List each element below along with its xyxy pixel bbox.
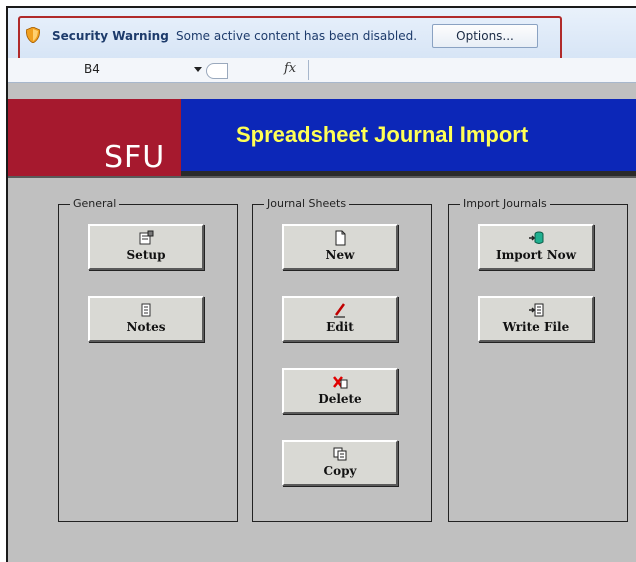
setup-icon <box>90 230 202 246</box>
name-box[interactable]: B4 <box>60 60 214 78</box>
warning-highlight-box <box>18 16 562 62</box>
write-file-button-label: Write File <box>502 320 570 334</box>
insert-function-icon[interactable]: fx <box>284 61 296 76</box>
edit-pencil-icon <box>284 302 396 318</box>
general-group-label: General <box>70 197 120 210</box>
notes-icon <box>90 302 202 318</box>
copy-icon <box>284 446 396 462</box>
sfu-logo-text: SFU <box>104 140 166 175</box>
new-button-label: New <box>325 248 355 262</box>
delete-button[interactable]: Delete <box>282 368 398 414</box>
notes-button-label: Notes <box>126 320 166 334</box>
edit-button[interactable]: Edit <box>282 296 398 342</box>
copy-button-label: Copy <box>323 464 357 478</box>
formula-bar-divider <box>308 60 309 80</box>
write-file-icon <box>480 302 592 318</box>
page-title: Spreadsheet Journal Import <box>236 122 529 147</box>
import-database-icon <box>480 230 592 246</box>
header-divider <box>8 176 636 178</box>
delete-button-label: Delete <box>318 392 362 406</box>
name-box-dropdown-icon[interactable] <box>194 67 202 72</box>
journal-sheets-group-label: Journal Sheets <box>264 197 350 210</box>
delete-x-icon <box>284 374 396 390</box>
formula-bar-expand-handle[interactable] <box>206 63 228 79</box>
new-document-icon <box>284 230 396 246</box>
import-now-button[interactable]: Import Now <box>478 224 594 270</box>
notes-button[interactable]: Notes <box>88 296 204 342</box>
import-now-button-label: Import Now <box>495 248 577 262</box>
edit-button-label: Edit <box>326 320 354 334</box>
copy-button[interactable]: Copy <box>282 440 398 486</box>
import-journals-group-label: Import Journals <box>460 197 550 210</box>
write-file-button[interactable]: Write File <box>478 296 594 342</box>
new-button[interactable]: New <box>282 224 398 270</box>
sheet-top-band <box>8 83 636 99</box>
setup-button[interactable]: Setup <box>88 224 204 270</box>
setup-button-label: Setup <box>126 248 166 262</box>
excel-window: Security Warning Some active content has… <box>6 6 636 562</box>
